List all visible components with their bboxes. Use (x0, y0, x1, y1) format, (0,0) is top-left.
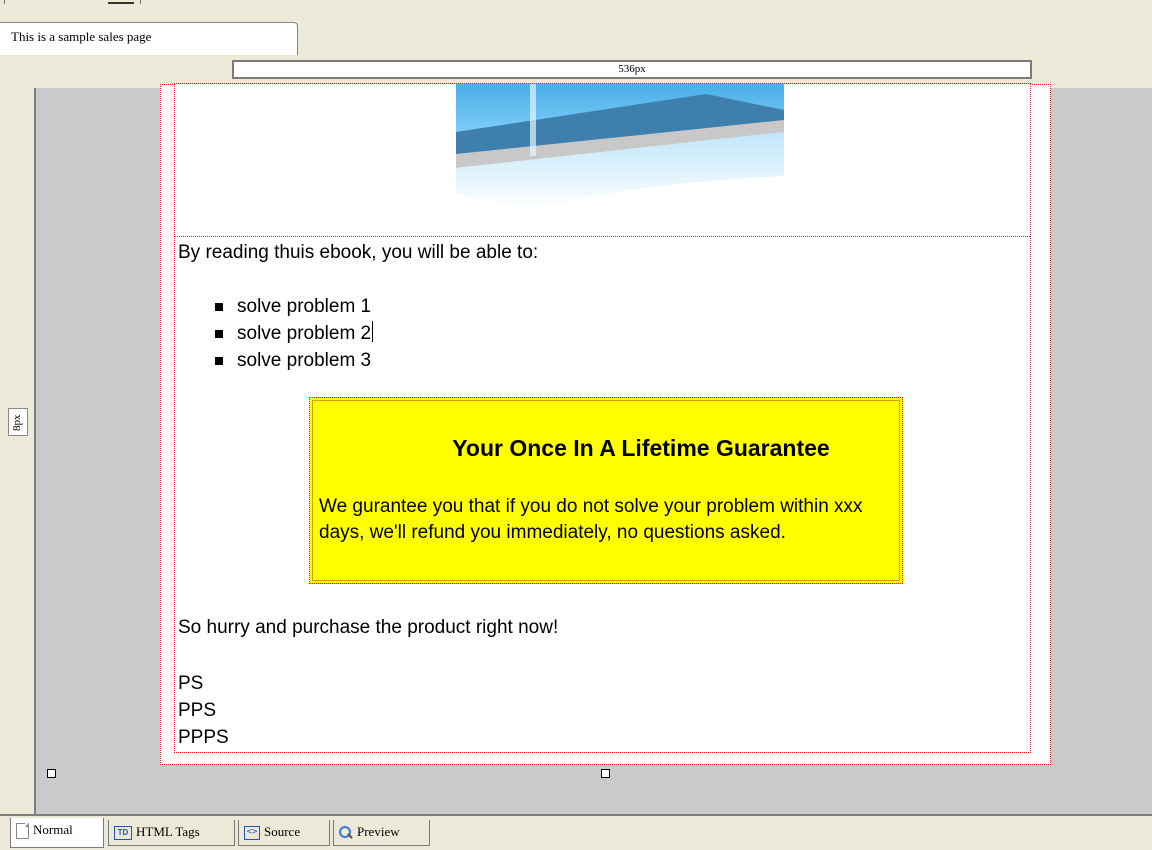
bullet-square-icon (215, 303, 223, 311)
list-item: solve problem 1 (213, 293, 373, 320)
document-tab-bar: This is a sample sales page (0, 9, 1152, 57)
td-tag-icon: TD (114, 826, 132, 841)
postscript-block: PS PPS PPPS (178, 670, 229, 751)
vertical-ruler-strip: 8px (0, 88, 36, 814)
magnifier-icon (339, 826, 353, 840)
toolbar-separator (4, 0, 5, 4)
resize-handle[interactable] (601, 769, 610, 778)
postscript-line: PPS (178, 700, 217, 721)
guarantee-body: We gurantee you that if you do not solve… (319, 496, 863, 543)
tab-label: Source (264, 824, 301, 839)
closing-text: So hurry and purchase the product right … (178, 617, 559, 638)
list-item-text: solve problem 3 (237, 350, 372, 371)
view-tab-bar: Normal TD HTML Tags <> Source Preview (0, 814, 1152, 850)
postscript-line: PPPS (178, 727, 229, 748)
tab-label: Normal (33, 822, 73, 837)
text-cursor (372, 321, 374, 342)
ebook-box-image[interactable] (456, 84, 786, 209)
list-item-text: solve problem 2 (237, 323, 372, 344)
bullet-square-icon (215, 330, 223, 338)
document-tab[interactable]: This is a sample sales page (0, 22, 298, 55)
tab-preview[interactable]: Preview (333, 820, 430, 846)
tab-html-tags[interactable]: TD HTML Tags (108, 820, 235, 846)
benefit-list: solve problem 1 solve problem 2 solve pr… (213, 293, 374, 374)
page-table-inner[interactable]: By reading thuis ebook, you will be able… (174, 83, 1031, 753)
width-ruler[interactable]: 536px (232, 60, 1032, 79)
document-icon (16, 823, 29, 840)
height-ruler[interactable]: 8px (8, 408, 28, 436)
height-ruler-label: 8px (11, 414, 23, 432)
bullet-square-icon (215, 357, 223, 365)
resize-handle[interactable] (47, 769, 56, 778)
guarantee-title: Your Once In A Lifetime Guarantee (452, 435, 830, 461)
tab-normal[interactable]: Normal (10, 818, 104, 848)
editor-canvas[interactable]: By reading thuis ebook, you will be able… (36, 83, 1152, 814)
intro-text: By reading thuis ebook, you will be able… (178, 242, 539, 263)
tab-source[interactable]: <> Source (238, 820, 330, 846)
tab-label: Preview (357, 824, 400, 839)
source-code-icon: <> (244, 826, 260, 841)
top-toolbar-strip (0, 0, 1152, 9)
page-table-outer[interactable]: By reading thuis ebook, you will be able… (160, 83, 1051, 765)
list-item-text: solve problem 1 (237, 296, 372, 317)
toolbar-indicator (108, 2, 134, 7)
guarantee-box[interactable]: Your Once In A Lifetime Guarantee We gur… (309, 397, 903, 584)
list-item: solve problem 2 (213, 320, 374, 347)
list-item: solve problem 3 (213, 347, 373, 374)
tab-label: HTML Tags (136, 824, 200, 839)
postscript-line: PS (178, 673, 204, 694)
toolbar-separator (140, 0, 141, 4)
row-divider (175, 236, 1030, 237)
